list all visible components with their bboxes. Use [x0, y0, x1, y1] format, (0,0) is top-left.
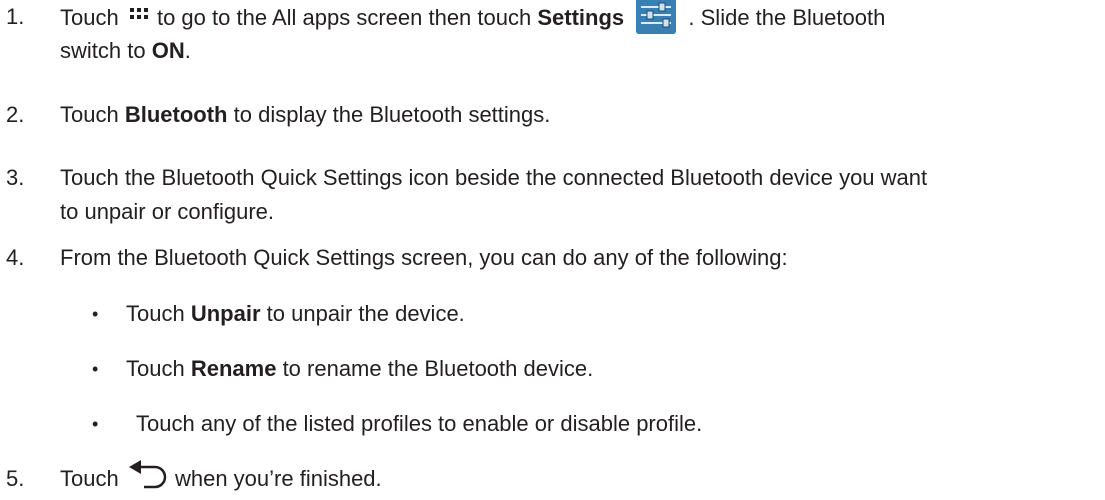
step-number: 1.	[6, 4, 25, 29]
step-text: Touch the Bluetooth Quick Settings icon …	[60, 165, 928, 190]
list-item-text: Touch Rename to rename the Bluetooth dev…	[126, 356, 594, 381]
bullet: •	[92, 359, 99, 379]
step-number: 2.	[6, 102, 25, 127]
back-arrow-icon	[128, 460, 167, 489]
list-item-text: Touch Unpair to unpair the device.	[126, 301, 465, 326]
step-number: 3.	[6, 165, 25, 190]
all-apps-grid-icon	[129, 8, 148, 19]
bullet: •	[92, 414, 99, 434]
settings-sliders-icon	[636, 0, 677, 34]
step-number: 5.	[6, 466, 25, 491]
step-text: switch to ON.	[60, 38, 191, 63]
bullet: •	[92, 304, 99, 324]
list-item-text: Touch any of the listed profiles to enab…	[136, 411, 703, 436]
step-text: Touch to go to the All apps screen then …	[60, 0, 885, 38]
step-text: Touch Bluetooth to display the Bluetooth…	[60, 102, 551, 127]
step-number: 4.	[6, 245, 25, 270]
step-text: to unpair or configure.	[60, 199, 275, 224]
step-text: Touch when you’re finished.	[60, 460, 382, 496]
step-text: From the Bluetooth Quick Settings screen…	[60, 245, 788, 270]
